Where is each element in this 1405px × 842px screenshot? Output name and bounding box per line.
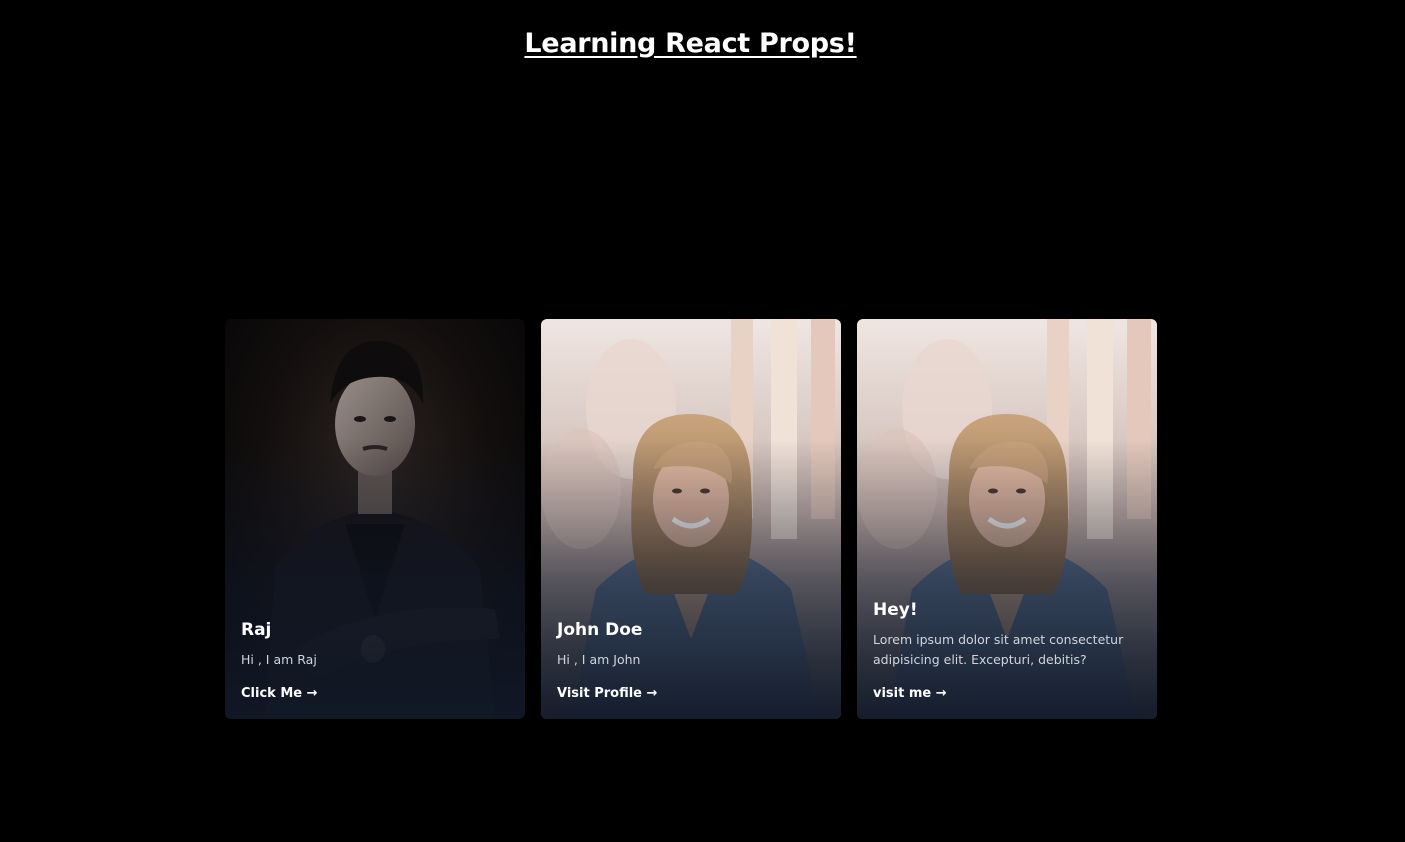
card-content: John Doe Hi , I am John Visit Profile → (557, 620, 825, 701)
card-link-button[interactable]: Click Me → (241, 686, 318, 701)
card-link-button[interactable]: visit me → (873, 686, 947, 701)
card-title: Hey! (873, 600, 918, 620)
card-content: Hey! Lorem ipsum dolor sit amet consecte… (873, 600, 1141, 701)
card-title: John Doe (557, 620, 643, 640)
profile-card-hey[interactable]: Hey! Lorem ipsum dolor sit amet consecte… (857, 319, 1157, 719)
card-list: Raj Hi , I am Raj Click Me → John Doe Hi… (225, 319, 1157, 719)
card-description: Hi , I am John (557, 652, 641, 667)
profile-card-john-doe[interactable]: John Doe Hi , I am John Visit Profile → (541, 319, 841, 719)
card-title: Raj (241, 620, 272, 640)
profile-card-raj[interactable]: Raj Hi , I am Raj Click Me → (225, 319, 525, 719)
card-description: Lorem ipsum dolor sit amet consectetur a… (873, 632, 1124, 667)
card-content: Raj Hi , I am Raj Click Me → (241, 620, 509, 701)
page-title: Learning React Props! (524, 28, 857, 59)
card-link-button[interactable]: Visit Profile → (557, 686, 657, 701)
card-description: Hi , I am Raj (241, 652, 317, 667)
